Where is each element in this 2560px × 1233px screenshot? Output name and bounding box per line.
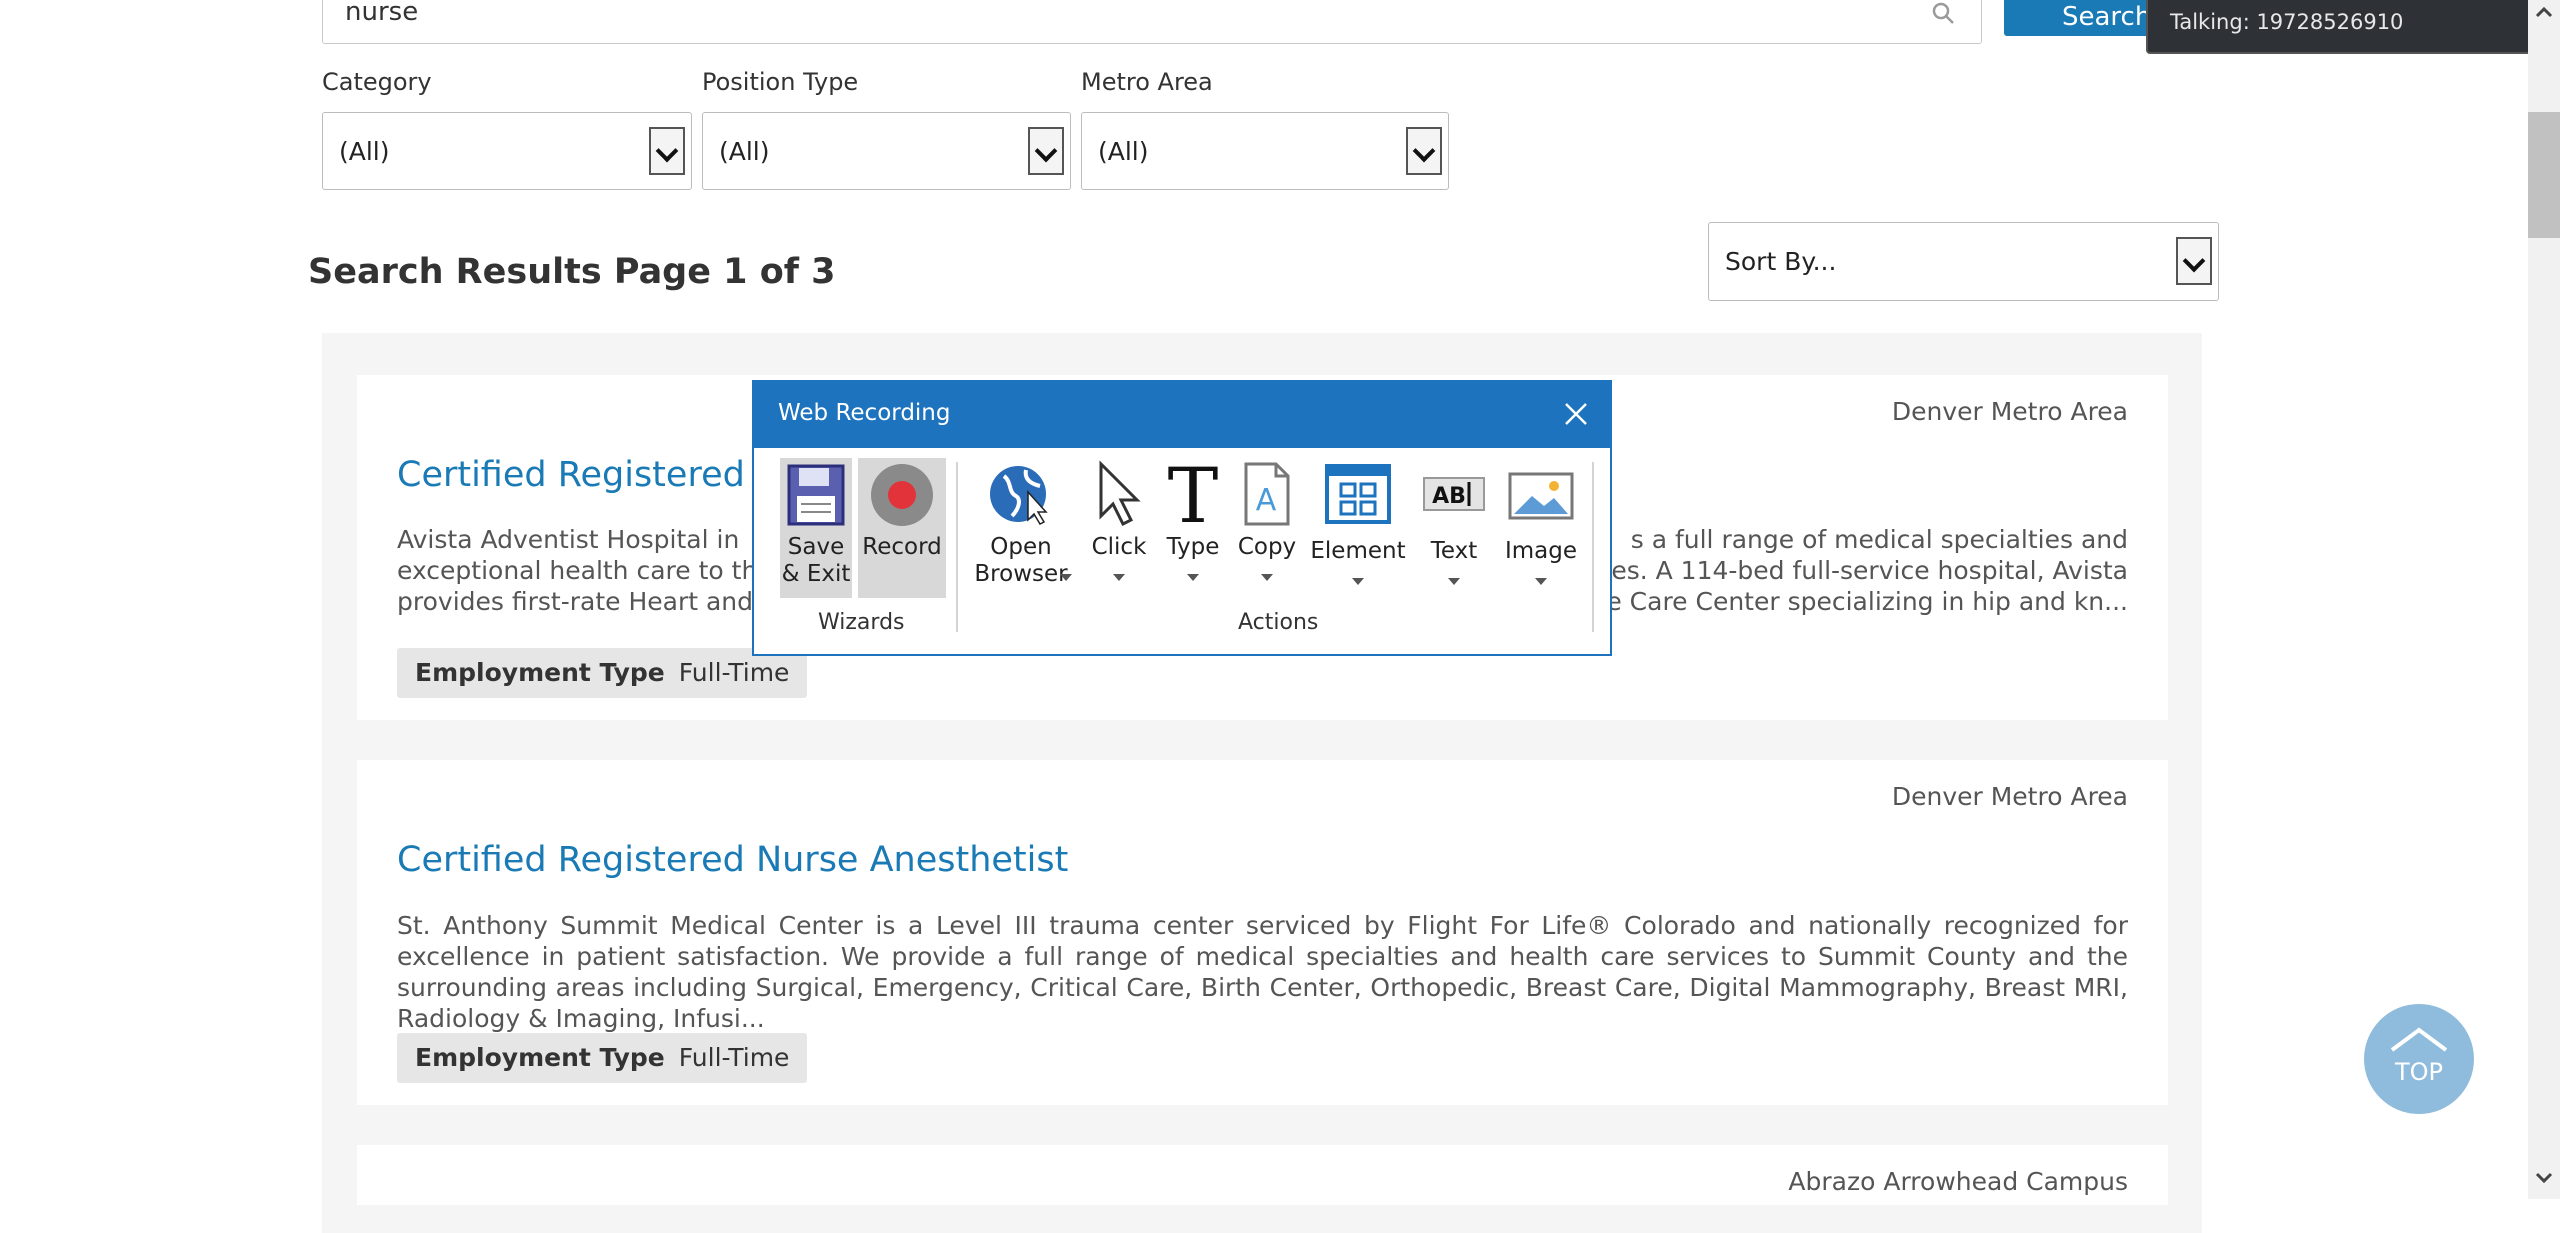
result-desc-r1: s a full range of medical specialties an… xyxy=(1630,525,2128,554)
employment-type-value: Full-Time xyxy=(678,1043,790,1072)
text-label: Text xyxy=(1430,538,1478,564)
position-type-label: Position Type xyxy=(702,68,859,96)
result-location: Denver Metro Area xyxy=(1891,782,2128,811)
employment-type-label: Employment Type xyxy=(415,1043,665,1072)
metro-area-label: Metro Area xyxy=(1081,68,1213,96)
record-icon xyxy=(871,464,933,526)
open-browser-label-1: Open xyxy=(990,534,1052,560)
caret-down-icon xyxy=(1261,574,1273,581)
open-browser-button[interactable]: Open Browser xyxy=(966,458,1076,608)
result-card: Abrazo Arrowhead Campus xyxy=(357,1145,2168,1205)
chevron-down-icon[interactable] xyxy=(1406,127,1442,175)
image-button[interactable]: Image xyxy=(1500,458,1582,608)
position-type-select[interactable]: (All) xyxy=(702,112,1071,190)
scroll-up-icon[interactable] xyxy=(2534,4,2554,20)
result-desc-l3: provides first-rate Heart and V xyxy=(397,587,779,616)
category-select[interactable]: (All) xyxy=(322,112,692,190)
text-abc-icon: AB xyxy=(1423,477,1485,511)
results-title: Search Results Page 1 of 3 xyxy=(308,252,836,292)
wizards-group-label: Wizards xyxy=(818,610,905,635)
web-recording-dialog: Web Recording Save & Exit Record Wizards xyxy=(752,380,1612,656)
globe-cursor-icon xyxy=(990,466,1048,525)
type-t-icon: T xyxy=(1168,451,1219,540)
sort-select[interactable]: Sort By... xyxy=(1708,222,2219,301)
copy-label: Copy xyxy=(1237,534,1297,560)
employment-type-badge: Employment Type Full-Time xyxy=(397,648,808,698)
result-desc-r2: ities. A 114-bed full-service hospital, … xyxy=(1587,556,2128,585)
result-title-link[interactable]: Certified Registered N xyxy=(397,455,782,495)
save-exit-button[interactable]: Save & Exit xyxy=(780,458,852,598)
result-title-link[interactable]: Certified Registered Nurse Anesthetist xyxy=(397,840,1068,880)
scroll-down-icon[interactable] xyxy=(2534,1170,2554,1186)
record-label: Record xyxy=(862,534,942,560)
result-card: Denver Metro Area Certified Registered N… xyxy=(357,760,2168,1105)
type-label: Type xyxy=(1166,534,1220,560)
category-label: Category xyxy=(322,68,432,96)
chevron-down-icon[interactable] xyxy=(649,127,685,175)
metro-area-select[interactable]: (All) xyxy=(1081,112,1449,190)
scrollbar-thumb[interactable] xyxy=(2528,112,2560,238)
category-select-value: (All) xyxy=(339,137,390,166)
result-description: St. Anthony Summit Medical Center is a L… xyxy=(397,911,2128,1033)
search-input[interactable]: nurse xyxy=(322,0,1982,44)
text-button[interactable]: AB Text xyxy=(1416,458,1492,608)
caret-down-icon xyxy=(1187,574,1199,581)
dialog-title: Web Recording xyxy=(778,400,951,426)
sort-select-value: Sort By... xyxy=(1725,247,1837,276)
talking-tooltip: Talking: 19728526910 xyxy=(2146,0,2540,54)
search-icon[interactable] xyxy=(1931,1,1955,25)
group-separator xyxy=(1592,462,1594,632)
mouse-pointer-icon xyxy=(1099,460,1141,527)
click-label: Click xyxy=(1091,534,1147,560)
employment-type-label: Employment Type xyxy=(415,658,665,687)
copy-document-icon: A xyxy=(1244,462,1290,526)
caret-down-icon xyxy=(1060,574,1072,581)
position-type-select-value: (All) xyxy=(719,137,770,166)
result-location: Abrazo Arrowhead Campus xyxy=(1788,1167,2128,1196)
image-label: Image xyxy=(1504,538,1578,564)
caret-down-icon xyxy=(1352,578,1364,585)
search-value: nurse xyxy=(345,0,419,27)
copy-button[interactable]: A Copy xyxy=(1234,458,1300,608)
chevron-down-icon[interactable] xyxy=(1028,127,1064,175)
group-separator xyxy=(956,462,958,632)
record-button[interactable]: Record xyxy=(858,458,946,598)
chevron-down-icon[interactable] xyxy=(2176,237,2212,285)
back-to-top-label: TOP xyxy=(2394,1058,2444,1086)
dialog-titlebar[interactable]: Web Recording xyxy=(754,382,1610,448)
result-desc-r3: ne Care Center specializing in hip and k… xyxy=(1590,587,2129,616)
employment-type-value: Full-Time xyxy=(678,658,790,687)
element-label: Element xyxy=(1310,538,1406,564)
save-exit-label-2: & Exit xyxy=(781,561,851,587)
back-to-top-button[interactable]: TOP xyxy=(2364,1004,2474,1114)
result-desc-l2: exceptional health care to the xyxy=(397,556,773,585)
save-exit-label-1: Save xyxy=(787,534,845,560)
chevron-up-icon xyxy=(2390,1027,2448,1052)
image-picture-icon xyxy=(1508,472,1574,520)
element-grid-icon xyxy=(1325,464,1391,524)
click-button[interactable]: Click xyxy=(1084,458,1154,608)
result-location: Denver Metro Area xyxy=(1891,397,2128,426)
caret-down-icon xyxy=(1535,578,1547,585)
actions-group-label: Actions xyxy=(1238,610,1319,635)
element-button[interactable]: Element xyxy=(1308,458,1408,608)
caret-down-icon xyxy=(1448,578,1460,585)
svg-text:T: T xyxy=(1168,460,1219,528)
metro-area-select-value: (All) xyxy=(1098,137,1149,166)
caret-down-icon xyxy=(1113,574,1125,581)
result-desc-l1: Avista Adventist Hospital in xyxy=(397,525,740,554)
employment-type-badge: Employment Type Full-Time xyxy=(397,1033,808,1083)
svg-text:AB: AB xyxy=(1432,484,1466,509)
type-button[interactable]: T Type xyxy=(1160,451,1226,608)
floppy-disk-icon xyxy=(787,464,845,526)
svg-text:A: A xyxy=(1256,483,1277,518)
close-icon[interactable] xyxy=(1560,398,1592,430)
